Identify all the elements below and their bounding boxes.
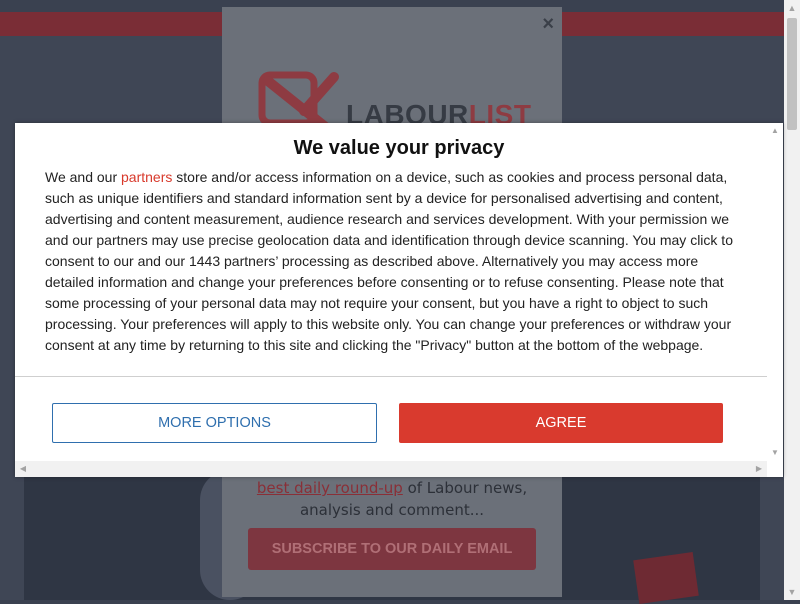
consent-vertical-scrollbar[interactable]: ▲ ▼ <box>767 123 783 461</box>
scroll-down-icon[interactable]: ▼ <box>784 584 800 600</box>
scrollbar-thumb[interactable] <box>787 18 797 130</box>
page-scrollbar[interactable]: ▲ ▼ <box>784 0 800 600</box>
consent-scroll-corner <box>767 461 783 477</box>
consent-scroll-left-icon[interactable]: ◀ <box>15 461 31 477</box>
daily-roundup-link[interactable]: best daily round-up <box>257 479 403 497</box>
popup-description: best daily round-up of Labour news, anal… <box>222 477 562 521</box>
hero-sign <box>633 552 699 604</box>
consent-horizontal-scrollbar[interactable]: ◀ ▶ <box>15 461 767 477</box>
popup-line1-rest: of Labour news, <box>402 479 528 497</box>
close-icon[interactable]: × <box>542 13 554 36</box>
consent-text-body: store and/or access information on a dev… <box>45 169 733 353</box>
consent-title: We value your privacy <box>293 137 505 159</box>
popup-line2: analysis and comment... <box>299 501 485 519</box>
agree-button[interactable]: AGREE <box>399 403 723 443</box>
scroll-up-icon[interactable]: ▲ <box>784 0 800 16</box>
partners-link[interactable]: partners <box>121 169 172 185</box>
consent-scroll-up-icon[interactable]: ▲ <box>767 123 783 139</box>
consent-dialog: We value your privacy We and our partner… <box>15 123 783 477</box>
consent-divider <box>15 376 767 377</box>
more-options-button[interactable]: MORE OPTIONS <box>52 403 377 443</box>
consent-text: We and our partners store and/or access … <box>45 167 745 356</box>
consent-text-prefix: We and our <box>45 169 122 185</box>
consent-scroll-right-icon[interactable]: ▶ <box>751 461 767 477</box>
subscribe-button[interactable]: SUBSCRIBE TO OUR DAILY EMAIL <box>248 528 536 570</box>
consent-scroll-down-icon[interactable]: ▼ <box>767 445 783 461</box>
